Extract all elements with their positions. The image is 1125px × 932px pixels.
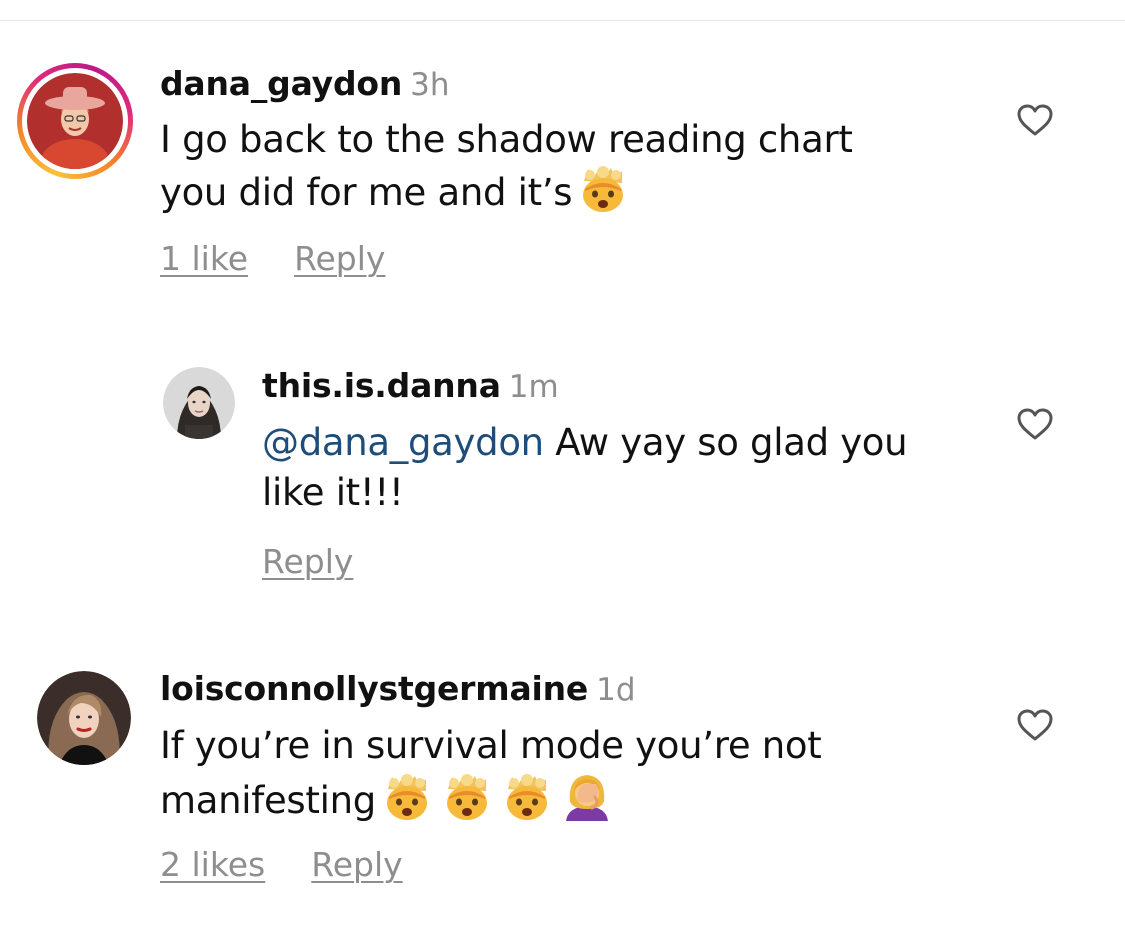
face-palm-icon	[565, 775, 608, 821]
comment-body: I go back to the shadow reading chart yo…	[160, 118, 853, 214]
timestamp: 1d	[596, 672, 636, 708]
timestamp: 3h	[410, 67, 450, 103]
exploding-head-icon	[386, 774, 427, 820]
exploding-head-emoji	[382, 773, 432, 834]
exploding-head-emoji	[442, 773, 492, 834]
heart-icon[interactable]	[1016, 103, 1054, 137]
exploding-head-emoji	[502, 773, 552, 834]
mention-link[interactable]: @dana_gaydon	[262, 421, 544, 464]
avatar[interactable]	[163, 367, 235, 439]
comment-text: @dana_gaydon Aw yay so glad you like it!…	[262, 418, 962, 518]
heart-icon[interactable]	[1016, 407, 1054, 441]
comment-text: I go back to the shadow reading chart yo…	[160, 115, 920, 226]
avatar-image	[27, 73, 123, 169]
exploding-head-icon	[446, 774, 487, 820]
reply-button[interactable]: Reply	[294, 239, 385, 278]
top-divider	[0, 20, 1125, 21]
username[interactable]: this.is.danna	[262, 366, 501, 405]
likes-count[interactable]: 2 likes	[160, 845, 265, 884]
exploding-head-emoji	[578, 165, 628, 226]
story-ring	[17, 63, 133, 179]
comment-actions: Reply	[262, 542, 353, 581]
exploding-head-icon	[506, 774, 547, 820]
comment-header: this.is.danna 1m	[262, 366, 559, 405]
avatar[interactable]	[37, 671, 131, 765]
reply-button[interactable]: Reply	[311, 845, 402, 884]
avatar-image	[37, 671, 131, 765]
comment-header: dana_gaydon 3h	[160, 64, 450, 103]
face-palm-emoji	[562, 771, 612, 834]
likes-count[interactable]: 1 like	[160, 239, 248, 278]
reply-button[interactable]: Reply	[262, 542, 353, 581]
username[interactable]: dana_gaydon	[160, 64, 402, 103]
exploding-head-icon	[583, 166, 624, 212]
timestamp: 1m	[508, 369, 559, 405]
username[interactable]: loisconnollystgermaine	[160, 669, 588, 708]
heart-icon[interactable]	[1016, 708, 1054, 742]
comment-actions: 1 like Reply	[160, 239, 385, 278]
comment-header: loisconnollystgermaine 1d	[160, 669, 636, 708]
comment-text: If you’re in survival mode you’re not ma…	[160, 721, 920, 834]
comment-actions: 2 likes Reply	[160, 845, 403, 884]
avatar-image	[163, 367, 235, 439]
avatar[interactable]	[17, 63, 133, 179]
